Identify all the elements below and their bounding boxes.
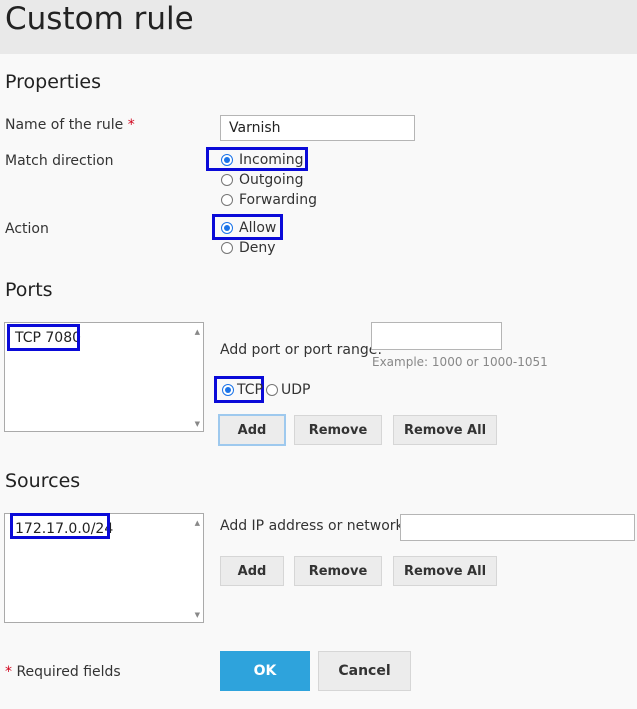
direction-outgoing-label: Outgoing xyxy=(239,172,304,188)
ports-add-button[interactable]: Add xyxy=(218,414,286,446)
protocol-udp-radio[interactable] xyxy=(266,384,278,396)
sources-add-button[interactable]: Add xyxy=(220,556,284,586)
action-deny-radio[interactable] xyxy=(221,242,233,254)
action-deny-option[interactable]: Deny xyxy=(221,239,276,257)
direction-forwarding-label: Forwarding xyxy=(239,192,317,208)
port-input[interactable] xyxy=(371,322,502,350)
ports-item-highlight xyxy=(7,324,80,351)
required-mark: * xyxy=(127,117,135,133)
ports-remove-button[interactable]: Remove xyxy=(294,415,382,445)
direction-incoming-radio[interactable] xyxy=(221,154,233,166)
action-label: Action xyxy=(5,221,49,237)
direction-incoming-label: Incoming xyxy=(239,152,304,168)
direction-forwarding-option[interactable]: Forwarding xyxy=(221,191,317,209)
protocol-udp-label: UDP xyxy=(281,382,311,398)
protocol-tcp-radio[interactable] xyxy=(222,384,234,396)
required-fields-note: * Required fields xyxy=(5,663,121,681)
direction-forwarding-radio[interactable] xyxy=(221,194,233,206)
sources-section-title: Sources xyxy=(5,470,81,492)
page-header: Custom rule xyxy=(0,0,637,54)
cancel-button[interactable]: Cancel xyxy=(318,651,411,691)
action-deny-label: Deny xyxy=(239,240,276,256)
action-allow-radio[interactable] xyxy=(221,222,233,234)
protocol-tcp-label: TCP xyxy=(237,382,263,398)
add-ip-label: Add IP address or network: xyxy=(220,518,409,534)
direction-incoming-option[interactable]: Incoming xyxy=(221,151,304,169)
port-example-hint: Example: 1000 or 1000-1051 xyxy=(372,355,548,369)
scroll-up-icon[interactable]: ▲ xyxy=(195,519,200,527)
ip-input[interactable] xyxy=(400,514,635,541)
match-direction-label: Match direction xyxy=(5,153,114,169)
add-port-label: Add port or port range: xyxy=(220,342,383,358)
sources-item-highlight xyxy=(10,513,110,539)
rule-name-label: Name of the rule * xyxy=(5,116,135,134)
ok-button[interactable]: OK xyxy=(220,651,310,691)
rule-name-label-text: Name of the rule xyxy=(5,117,124,133)
sources-remove-button[interactable]: Remove xyxy=(294,556,382,586)
sources-remove-all-button[interactable]: Remove All xyxy=(393,556,497,586)
protocol-udp-option[interactable]: UDP xyxy=(266,381,310,399)
properties-section-title: Properties xyxy=(5,71,102,93)
action-allow-label: Allow xyxy=(239,220,277,236)
rule-name-input[interactable] xyxy=(220,115,415,141)
ports-section-title: Ports xyxy=(5,279,53,301)
required-mark: * xyxy=(5,664,12,680)
protocol-tcp-option[interactable]: TCP xyxy=(222,381,263,399)
ports-remove-all-button[interactable]: Remove All xyxy=(393,415,497,445)
direction-outgoing-radio[interactable] xyxy=(221,174,233,186)
page-title: Custom rule xyxy=(5,1,194,37)
required-fields-text: Required fields xyxy=(12,664,121,680)
scroll-up-icon[interactable]: ▲ xyxy=(195,328,200,336)
scroll-down-icon[interactable]: ▼ xyxy=(195,611,200,619)
direction-outgoing-option[interactable]: Outgoing xyxy=(221,171,303,189)
action-allow-option[interactable]: Allow xyxy=(221,219,276,237)
scroll-down-icon[interactable]: ▼ xyxy=(195,420,200,428)
